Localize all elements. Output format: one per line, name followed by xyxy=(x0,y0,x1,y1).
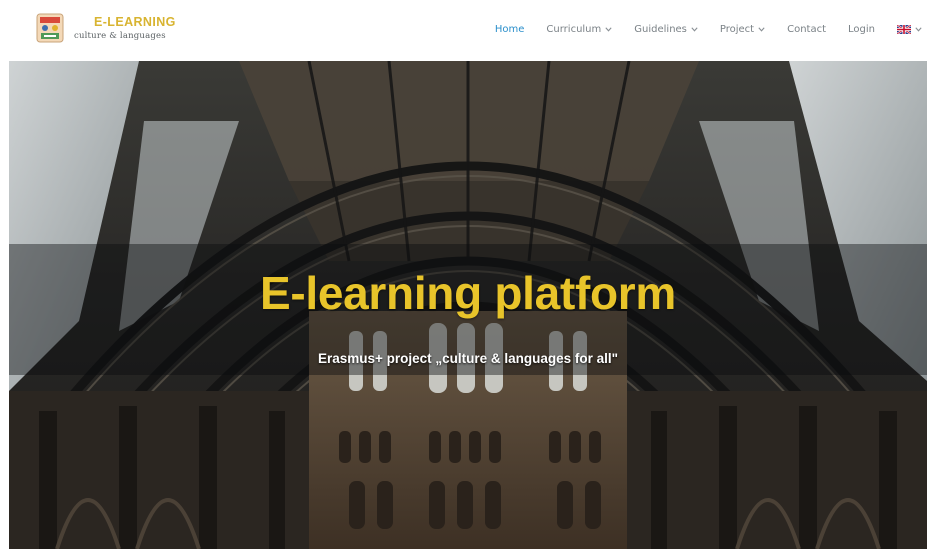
nav-contact-label: Contact xyxy=(787,23,827,35)
nav-curriculum[interactable]: Curriculum xyxy=(546,24,612,35)
nav-login-label: Login xyxy=(848,23,875,35)
nav-curriculum-label: Curriculum xyxy=(546,23,602,35)
nav-login[interactable]: Login xyxy=(848,24,875,35)
chevron-down-icon xyxy=(915,26,922,32)
nav-guidelines[interactable]: Guidelines xyxy=(634,24,698,35)
chevron-down-icon xyxy=(605,26,612,32)
nav-home-label: Home xyxy=(494,23,525,35)
site-header: E-LEARNING culture & languages Home Curr… xyxy=(0,0,928,58)
hero-subtitle: Erasmus+ project „culture & languages fo… xyxy=(317,351,619,366)
nav-guidelines-label: Guidelines xyxy=(634,23,687,35)
logo-subtitle: culture & languages xyxy=(74,30,166,41)
uk-flag-icon xyxy=(897,24,911,34)
hero-banner: E-learning platform Erasmus+ project „cu… xyxy=(9,61,927,549)
nav-project-label: Project xyxy=(719,23,755,35)
site-logo[interactable]: E-LEARNING culture & languages xyxy=(36,11,196,45)
logo-text: E-LEARNING culture & languages xyxy=(74,16,176,40)
main-navigation: Home Curriculum Guidelines Project Conta… xyxy=(495,0,922,58)
chevron-down-icon xyxy=(758,26,765,32)
logo-title: E-LEARNING xyxy=(94,15,176,29)
logo-mark-icon xyxy=(36,13,64,43)
nav-contact[interactable]: Contact xyxy=(787,24,826,35)
nav-home[interactable]: Home xyxy=(495,24,525,35)
nav-project[interactable]: Project xyxy=(720,24,765,35)
language-selector[interactable] xyxy=(897,24,922,34)
hero-title: E-learning platform xyxy=(259,267,676,319)
chevron-down-icon xyxy=(691,26,698,32)
